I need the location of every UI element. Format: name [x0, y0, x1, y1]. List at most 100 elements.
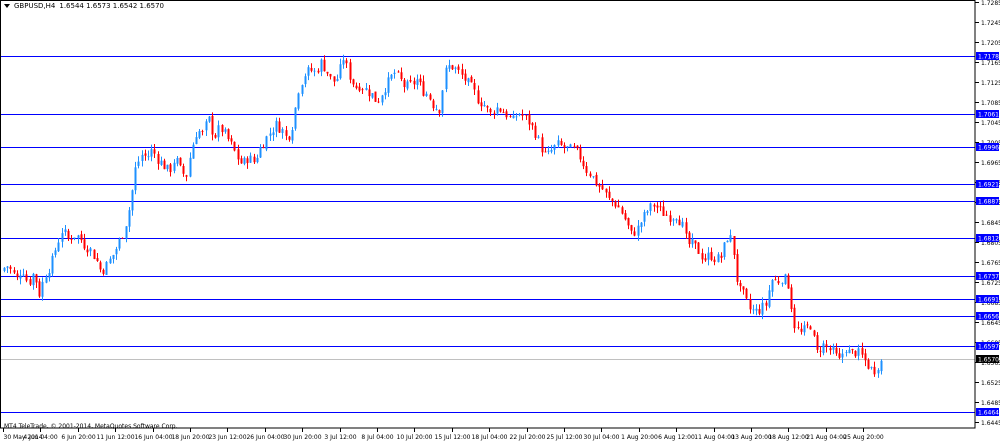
bear-candle-body: [310, 67, 313, 71]
bull-candle-body: [281, 129, 284, 134]
bull-candle-body: [553, 145, 556, 150]
bull-candle-body: [707, 252, 710, 260]
bull-candle-body: [224, 129, 227, 132]
bull-candle-body: [681, 221, 684, 227]
level-label-text: 1.7061: [978, 112, 999, 119]
bull-candle-body: [592, 176, 595, 178]
bear-candle-body: [598, 184, 601, 187]
bull-candle-body: [45, 277, 48, 283]
bear-candle-body: [29, 279, 32, 285]
bear-candle-body: [419, 78, 422, 83]
bear-candle-body: [144, 153, 147, 156]
bear-candle-body: [851, 348, 854, 351]
bear-candle-body: [201, 131, 204, 132]
bull-candle-body: [483, 105, 486, 107]
bull-candle-body: [691, 239, 694, 245]
bull-candle-body: [89, 248, 92, 252]
bull-candle-body: [649, 203, 652, 211]
bull-candle-body: [870, 367, 873, 369]
bull-candle-body: [393, 72, 396, 74]
bear-candle-body: [573, 145, 576, 147]
bull-candle-body: [118, 239, 121, 249]
bull-candle-body: [755, 308, 758, 311]
bull-candle-body: [643, 212, 646, 222]
bear-candle-body: [25, 274, 28, 281]
x-tick-label: 10 Jul 20:00: [397, 434, 433, 441]
y-tick-label: 1.6485: [981, 400, 1000, 407]
bull-candle-body: [547, 150, 550, 152]
bull-candle-body: [166, 164, 169, 170]
ohlc-quotes: 1.6544 1.6573 1.6542 1.6570: [59, 2, 165, 10]
level-label-text: 1.6996: [978, 145, 999, 152]
bull-candle-body: [112, 254, 115, 259]
bear-candle-body: [633, 231, 636, 236]
bear-candle-body: [838, 353, 841, 358]
bear-candle-body: [774, 279, 777, 281]
bear-candle-body: [829, 348, 832, 351]
bear-candle-body: [333, 76, 336, 82]
bear-candle-body: [601, 185, 604, 190]
bear-candle-body: [630, 225, 633, 231]
bear-candle-body: [461, 69, 464, 75]
bull-candle-body: [557, 140, 560, 146]
bear-candle-body: [864, 353, 867, 361]
bear-candle-body: [211, 115, 214, 135]
bull-candle-body: [115, 248, 118, 255]
x-tick-label: 30 Jun 20:00: [283, 434, 321, 441]
chart-window[interactable]: 1.7285 1.7245 1.7205 1.7165 1.7125 1.7085 1.70…: [0, 0, 1000, 441]
level-label-text: 1.6737: [978, 274, 999, 281]
plot-border: [0, 0, 976, 429]
bull-candle-body: [726, 240, 729, 243]
bear-candle-body: [9, 266, 12, 269]
bear-candle-body: [749, 299, 752, 310]
bull-candle-body: [275, 120, 278, 132]
bull-candle-body: [416, 79, 419, 85]
bear-candle-body: [736, 254, 739, 282]
bear-candle-body: [800, 328, 803, 332]
bull-candle-body: [269, 133, 272, 136]
bear-candle-body: [473, 82, 476, 90]
price-chart[interactable]: 1.7285 1.7245 1.7205 1.7165 1.7125 1.7085 1.70…: [0, 0, 1000, 441]
bull-candle-body: [192, 144, 195, 159]
bear-candle-body: [221, 124, 224, 133]
bear-candle-body: [694, 240, 697, 244]
bull-candle-body: [832, 346, 835, 350]
bear-candle-body: [153, 149, 156, 154]
bear-candle-body: [361, 89, 364, 91]
bull-candle-body: [880, 360, 883, 372]
bull-candle-body: [841, 353, 844, 358]
x-tick-label: 22 Jul 20:00: [510, 434, 546, 441]
y-tick-label: 1.6765: [981, 260, 1000, 267]
bear-candle-body: [505, 111, 508, 118]
bear-candle-body: [99, 262, 102, 270]
bear-candle-body: [806, 324, 809, 326]
bear-candle-body: [793, 307, 796, 329]
bear-candle-body: [240, 158, 243, 164]
bear-candle-body: [432, 100, 435, 109]
bear-candle-body: [262, 147, 265, 149]
bull-candle-body: [784, 274, 787, 284]
bull-candle-body: [723, 242, 726, 257]
x-tick-label: 16 Jun 04:00: [134, 434, 172, 441]
bull-candle-body: [435, 109, 438, 110]
y-tick-label: 1.6965: [981, 160, 1000, 167]
bull-candle-body: [441, 90, 444, 114]
bear-candle-body: [787, 275, 790, 289]
bear-candle-body: [614, 201, 617, 207]
bear-candle-body: [246, 158, 249, 164]
y-tick-label: 1.7125: [981, 80, 1000, 87]
bear-candle-body: [397, 71, 400, 73]
bull-candle-body: [150, 149, 153, 157]
bull-candle-body: [365, 87, 368, 90]
bull-candle-body: [537, 136, 540, 138]
bull-candle-body: [77, 235, 80, 238]
bear-candle-body: [489, 109, 492, 113]
bear-candle-body: [525, 115, 528, 117]
bear-candle-body: [233, 141, 236, 151]
bear-candle-body: [854, 350, 857, 357]
bear-candle-body: [345, 60, 348, 64]
dropdown-triangle-icon[interactable]: [4, 4, 10, 8]
bull-candle-body: [307, 67, 310, 76]
copyright-text: MT4 TeleTrade, © 2001-2014, MetaQuotes S…: [4, 423, 178, 430]
bear-candle-body: [70, 239, 73, 240]
